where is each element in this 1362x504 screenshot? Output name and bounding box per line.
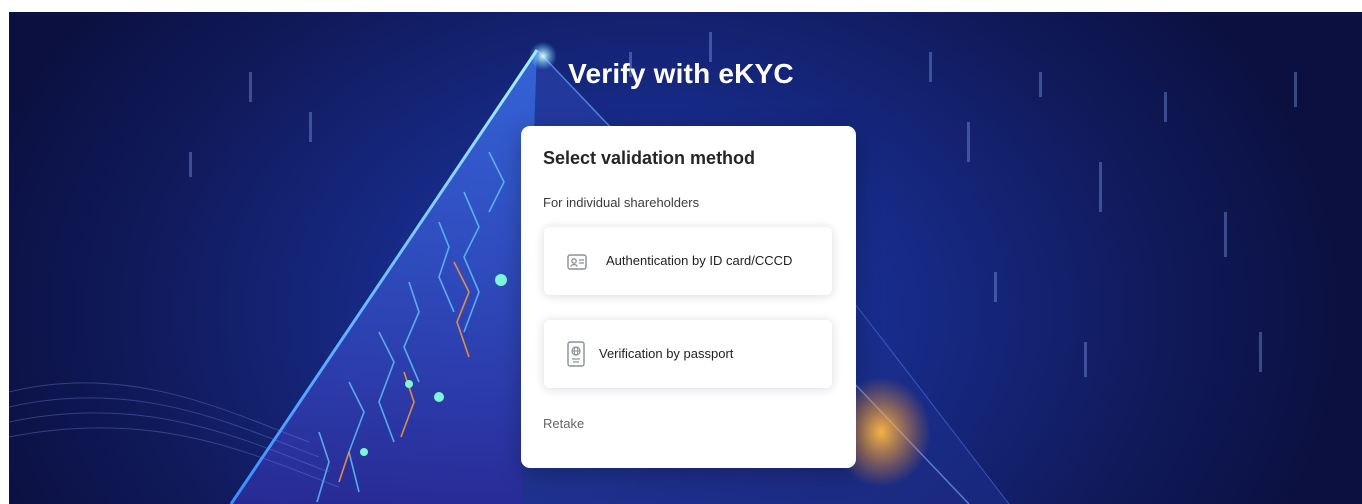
card-title: Select validation method: [543, 148, 756, 168]
id-card-option-label: Authentication by ID card/CCCD: [606, 253, 793, 268]
retake-link[interactable]: Retake: [543, 416, 584, 431]
passport-icon: [566, 340, 586, 368]
card-subtitle: For individual shareholders: [543, 195, 700, 210]
id-card-option-button[interactable]: Authentication by ID card/CCCD: [544, 227, 832, 295]
passport-option-label: Verification by passport: [599, 346, 734, 361]
passport-option-button[interactable]: Verification by passport: [544, 320, 832, 388]
id-card-icon: [566, 251, 588, 273]
validation-method-card: Select validation method For individual …: [521, 126, 856, 468]
page-title: Verify with eKYC: [568, 58, 794, 89]
